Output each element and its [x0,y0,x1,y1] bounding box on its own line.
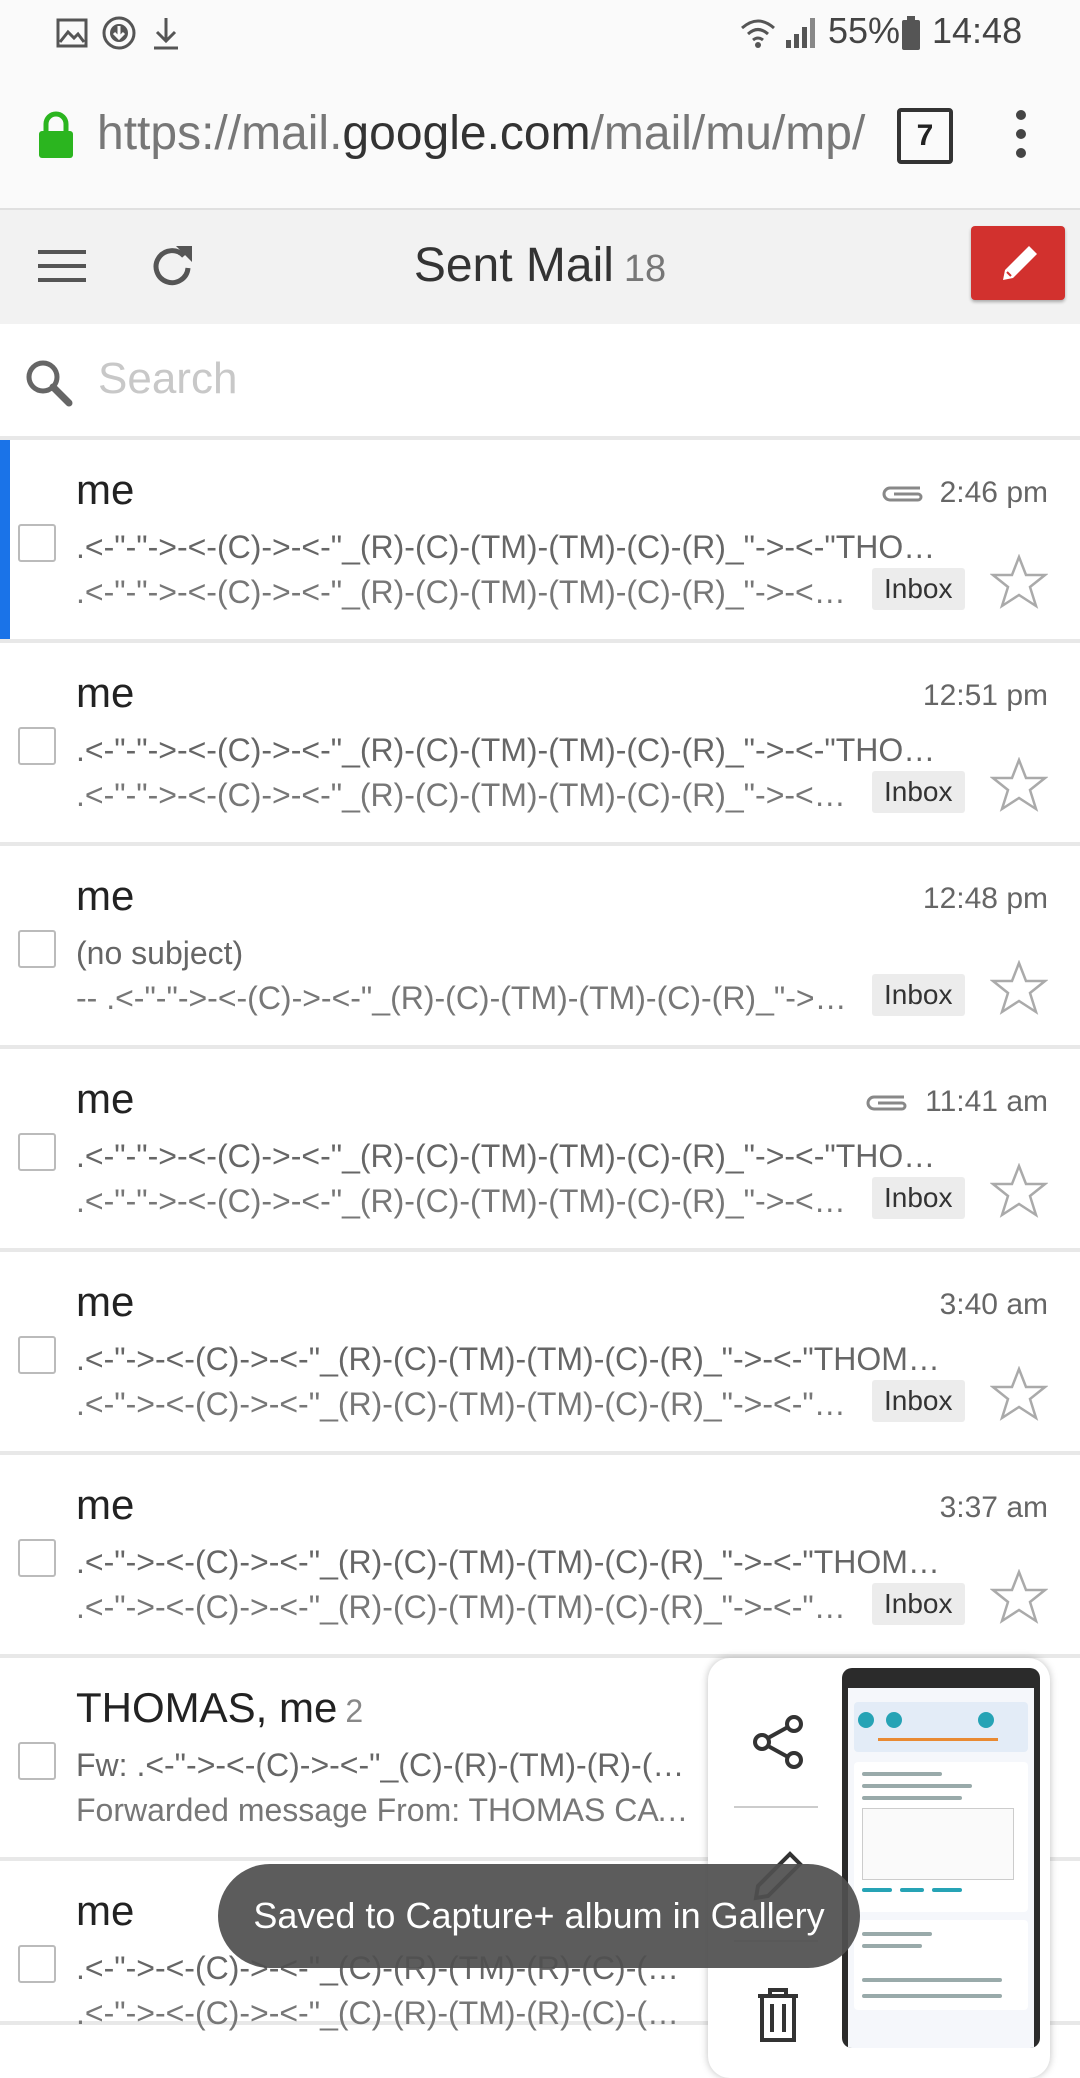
folder-count: 18 [623,248,667,290]
compose-button[interactable] [971,226,1065,300]
email-row[interactable]: me 2:46 pm .<-"-"->-<-(C)->-<-"_(R)-(C)-… [0,440,1080,643]
email-time: 2:46 pm [939,476,1048,509]
email-sender: me [76,1481,135,1528]
thumbnail-image [862,1808,1014,1880]
screenshot-thumbnail[interactable] [842,1668,1040,2048]
select-checkbox[interactable] [18,524,56,562]
select-checkbox[interactable] [18,1336,56,1374]
status-bar: 55% 14:48 [0,0,1080,66]
star-icon[interactable] [990,1569,1048,1625]
star-icon[interactable] [990,1163,1048,1219]
email-snippet: .<-"->-<-(C)->-<-"_(C)-(R)-(TM)-(R)-(C)-… [76,1995,696,2031]
inbox-label: Inbox [872,974,965,1016]
email-time: 3:37 am [939,1491,1048,1524]
thumbnail-preview [848,1688,1034,2048]
wifi-icon [741,19,775,48]
url-prefix: https://mail. [97,107,343,160]
email-sender: me [76,1075,135,1122]
select-checkbox[interactable] [18,727,56,765]
email-snippet: -- .<-"-"->-<-(C)->-<-"_(R)-(C)-(TM)-(TM… [76,980,856,1016]
email-snippet: .<-"-"->-<-(C)->-<-"_(R)-(C)-(TM)-(TM)-(… [76,574,856,610]
thread-count: 2 [345,1693,364,1729]
select-checkbox[interactable] [18,1742,56,1780]
email-time: 3:40 am [939,1288,1048,1321]
url-domain: google.com [342,107,591,160]
search-icon [26,360,73,407]
email-snippet: .<-"-"->-<-(C)->-<-"_(R)-(C)-(TM)-(TM)-(… [76,1183,856,1219]
star-icon[interactable] [990,554,1048,610]
lock-icon [39,111,73,158]
browser-url-bar: https://mail.google.com/mail/mu/mp/ 7 [0,66,1080,210]
clock: 14:48 [932,10,1023,51]
email-sender: me [76,872,135,919]
email-subject: .<-"->-<-(C)->-<-"_(R)-(C)-(TM)-(TM)-(C)… [76,1544,956,1580]
download-icon [154,18,178,50]
sender-names: THOMAS, me [76,1684,338,1731]
tab-switcher-button[interactable]: 7 [897,108,953,164]
email-sender: me [76,1278,135,1325]
select-checkbox[interactable] [18,1539,56,1577]
inbox-label: Inbox [872,1177,965,1219]
folder-name: Sent Mail [413,239,614,292]
select-checkbox[interactable] [18,1133,56,1171]
search-input[interactable] [96,348,1000,410]
email-subject: .<-"->-<-(C)->-<-"_(R)-(C)-(TM)-(TM)-(C)… [76,1341,956,1377]
pencil-icon [1003,246,1037,280]
email-sender: me [76,466,135,513]
thumbnail-brightness [878,1738,998,1741]
email-sender: me [76,1887,135,1934]
email-time: 11:41 am [925,1085,1048,1118]
email-sender: THOMAS, me 2 [76,1684,363,1732]
email-subject: .<-"-"->-<-(C)->-<-"_(R)-(C)-(TM)-(TM)-(… [76,529,956,565]
email-time: 12:48 pm [922,882,1048,915]
inbox-label: Inbox [872,771,965,813]
email-subject: (no subject) [76,935,244,971]
email-snippet: .<-"->-<-(C)->-<-"_(R)-(C)-(TM)-(TM)-(C)… [76,1589,856,1625]
thumbnail-toggle [886,1712,902,1728]
thumbnail-toggle [978,1712,994,1728]
toast-message: Saved to Capture+ album in Gallery [218,1864,860,1968]
inbox-label: Inbox [872,568,965,610]
url-suffix: /mail/mu/mp/ [590,107,866,160]
email-subject: Fw: .<-"->-<-(C)->-<-"_(C)-(R)-(TM)-(R)-… [76,1747,696,1783]
battery-icon [902,16,920,50]
attachment-icon [866,1095,907,1111]
email-snippet: .<-"-"->-<-(C)->-<-"_(R)-(C)-(TM)-(TM)-(… [76,777,856,813]
email-time: 12:51 pm [922,679,1048,712]
thumbnail-quick-settings [854,1702,1028,1752]
gallery-notification-icon [56,18,88,48]
select-checkbox[interactable] [18,1945,56,1983]
email-row[interactable]: me 3:40 am .<-"->-<-(C)->-<-"_(R)-(C)-(T… [0,1252,1080,1455]
inbox-label: Inbox [872,1583,965,1625]
search-bar [0,324,1080,440]
select-checkbox[interactable] [18,930,56,968]
share-icon[interactable] [750,1714,806,1770]
email-subject: .<-"-"->-<-(C)->-<-"_(R)-(C)-(TM)-(TM)-(… [76,732,956,768]
email-row[interactable]: me 11:41 am .<-"-"->-<-(C)->-<-"_(R)-(C)… [0,1049,1080,1252]
thumbnail-toggle [858,1712,874,1728]
star-icon[interactable] [990,1366,1048,1422]
email-subject: .<-"-"->-<-(C)->-<-"_(R)-(C)-(TM)-(TM)-(… [76,1138,956,1174]
email-snippet: Forwarded message From: THOMAS CATALANO [76,1792,696,1828]
email-row[interactable]: me 12:48 pm (no subject) -- .<-"-"->-<-(… [0,846,1080,1049]
mail-toolbar: Sent Mail 18 [0,210,1080,324]
inbox-label: Inbox [872,1380,965,1422]
star-icon[interactable] [990,757,1048,813]
attachment-icon [882,486,923,502]
panel-divider [734,1806,818,1808]
star-icon[interactable] [990,960,1048,1016]
browser-menu-icon[interactable] [1016,110,1028,167]
url-field[interactable]: https://mail.google.com/mail/mu/mp/ [97,106,867,161]
signal-icon [786,18,815,48]
page-title: Sent Mail 18 [0,238,1080,293]
email-row[interactable]: me 3:37 am .<-"->-<-(C)->-<-"_(R)-(C)-(T… [0,1455,1080,1658]
battery-percent: 55% [828,10,901,51]
download-circle-icon [102,16,136,50]
email-sender: me [76,669,135,716]
email-row[interactable]: me 12:51 pm .<-"-"->-<-(C)->-<-"_(R)-(C)… [0,643,1080,846]
email-snippet: .<-"->-<-(C)->-<-"_(R)-(C)-(TM)-(TM)-(C)… [76,1386,856,1422]
